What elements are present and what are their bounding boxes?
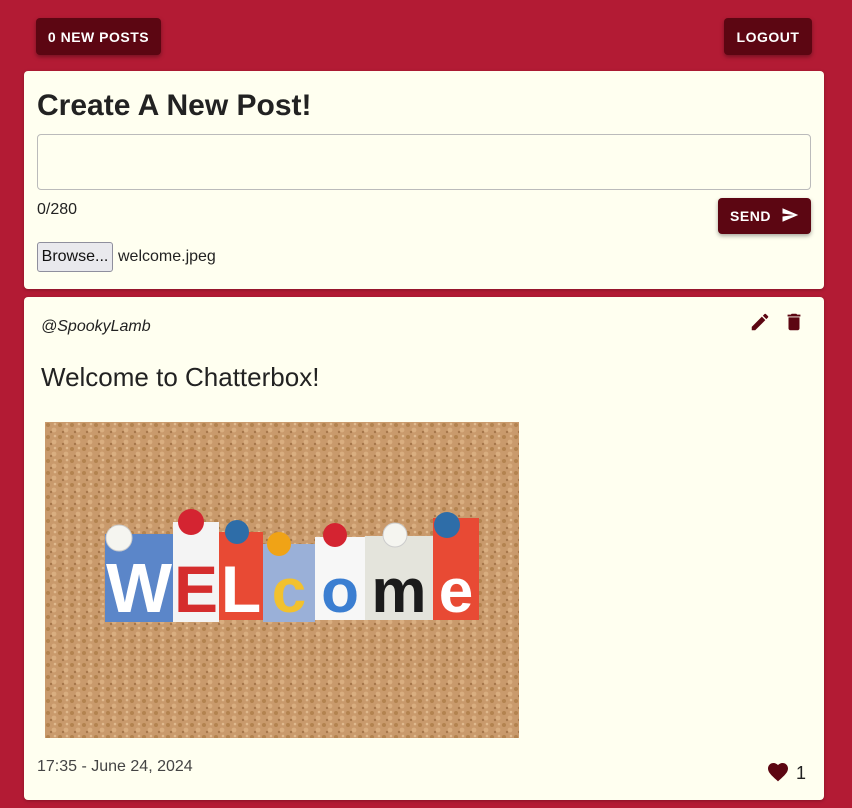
top-bar: 0 NEW POSTS LOGOUT <box>0 0 852 70</box>
svg-text:e: e <box>439 557 473 626</box>
send-button[interactable]: SEND <box>718 198 811 234</box>
heart-icon <box>766 760 790 787</box>
create-post-card: Create A New Post! 0/280 SEND Browse... … <box>24 71 824 289</box>
post-image: W E L c o m e <box>45 422 519 738</box>
svg-text:E: E <box>174 552 218 626</box>
send-button-label: SEND <box>730 208 771 224</box>
post-text-input[interactable] <box>37 134 811 190</box>
post-text: Welcome to Chatterbox! <box>41 362 320 392</box>
trash-icon <box>783 311 805 338</box>
like-button[interactable]: 1 <box>766 760 806 787</box>
selected-file-name: welcome.jpeg <box>118 248 216 265</box>
browse-file-button[interactable]: Browse... <box>37 242 113 272</box>
new-posts-button[interactable]: 0 NEW POSTS <box>36 18 161 55</box>
char-counter: 0/280 <box>37 201 78 218</box>
svg-text:c: c <box>272 557 306 626</box>
svg-text:W: W <box>106 549 172 627</box>
like-count: 1 <box>796 763 807 783</box>
logout-button[interactable]: LOGOUT <box>724 18 812 55</box>
post-card: @SpookyLamb Welcome to Chatterbox! W E L… <box>24 297 824 800</box>
post-username[interactable]: @SpookyLamb <box>41 318 151 336</box>
svg-text:m: m <box>371 557 426 626</box>
delete-post-button[interactable] <box>781 311 807 337</box>
svg-text:L: L <box>221 552 261 626</box>
svg-text:o: o <box>321 557 359 626</box>
pencil-icon <box>749 311 771 338</box>
create-post-title: Create A New Post! <box>37 89 312 122</box>
post-timestamp: 17:35 - June 24, 2024 <box>37 758 193 775</box>
send-icon <box>781 206 799 227</box>
edit-post-button[interactable] <box>747 311 773 337</box>
